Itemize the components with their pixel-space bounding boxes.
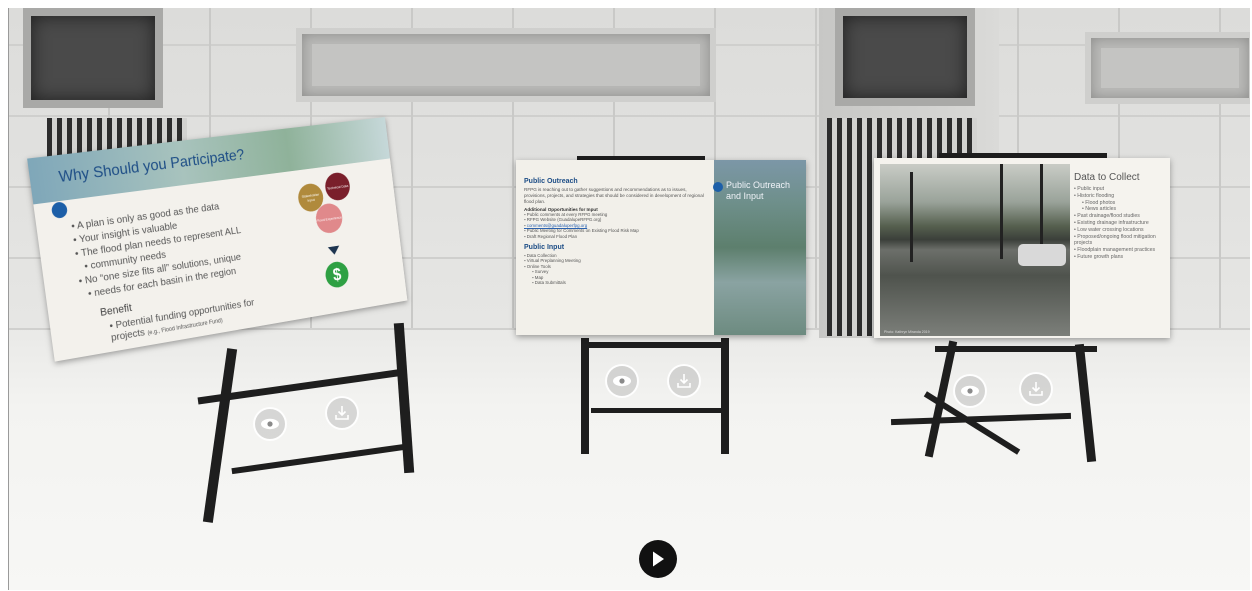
input-funnel-graphic: Stakeholder Input Technical Data Flood E… <box>294 168 368 250</box>
play-icon <box>653 551 664 567</box>
list-item: Low water crossing locations <box>1074 227 1170 234</box>
list-item: Future growth plans <box>1074 254 1170 261</box>
easel-3-crossbar <box>935 346 1097 352</box>
poster-bullet-list: A plan is only as good as the data Your … <box>70 197 246 302</box>
download-poster-1-button[interactable] <box>325 396 359 430</box>
view-poster-3-button[interactable] <box>953 374 987 408</box>
list-subitem: Data Submittals <box>524 280 704 285</box>
poster-accent-dot <box>713 182 723 192</box>
poster-public-outreach[interactable]: Public Outreach RFPG is reaching out to … <box>516 160 806 335</box>
poster-accent-dot <box>50 201 69 220</box>
wall-shelf-center <box>296 28 716 102</box>
poster-data-to-collect[interactable]: Photo: Kathryn Miranda 2019 Data to Coll… <box>874 158 1170 338</box>
eye-icon <box>261 418 279 430</box>
input-list: Data Collection Virtual Preplanning Meet… <box>524 253 704 285</box>
utility-pole <box>910 172 913 262</box>
wall-shelf-right <box>1085 32 1250 104</box>
section-text: RFPG is reaching out to gather suggestio… <box>524 187 704 204</box>
play-button[interactable] <box>639 540 677 578</box>
outreach-list: Public comments at every RFPG meeting RF… <box>524 212 704 239</box>
download-poster-3-button[interactable] <box>1019 372 1053 406</box>
circle-experience: Flood Experience <box>314 201 344 235</box>
arrow-down-icon <box>327 245 341 256</box>
section-heading: Public Input <box>524 244 565 252</box>
list-item: Draft Regional Flood Plan <box>524 234 704 239</box>
virtual-gallery-viewport[interactable]: Why Should you Participate? A plan is on… <box>8 8 1250 590</box>
view-poster-1-button[interactable] <box>253 407 287 441</box>
list-subitem: News articles <box>1074 206 1170 213</box>
car-in-flood <box>1018 244 1066 266</box>
easel-2-lower-bar <box>591 408 723 413</box>
poster-title: Data to Collect <box>1074 172 1140 183</box>
photo-credit: Photo: Kathryn Miranda 2019 <box>884 330 930 334</box>
easel-2-leg-left <box>581 338 589 454</box>
download-icon <box>677 374 691 388</box>
utility-pole <box>1000 164 1003 259</box>
view-poster-2-button[interactable] <box>605 364 639 398</box>
wall-window-left <box>23 8 163 108</box>
download-icon <box>1029 382 1043 396</box>
data-collect-list: Data to Collect Public input Historic fl… <box>1074 172 1170 261</box>
easel-2-leg-right <box>721 338 729 454</box>
poster-title: Public Outreach and Input <box>726 180 791 201</box>
circle-technical: Technical Data <box>323 171 352 202</box>
dollar-icon: $ <box>324 260 350 290</box>
list-item: Historic flooding <box>1074 193 1170 200</box>
download-icon <box>335 406 349 420</box>
eye-icon <box>613 375 631 387</box>
download-poster-2-button[interactable] <box>667 364 701 398</box>
list-item: Public input <box>1074 186 1170 193</box>
outreach-text-column: Public Outreach RFPG is reaching out to … <box>524 178 704 285</box>
list-subitem: Flood photos <box>1074 200 1170 207</box>
section-heading: Public Outreach <box>524 178 578 185</box>
list-item: Past drainage/flood studies <box>1074 213 1170 220</box>
wall-window-right <box>835 8 975 106</box>
easel-2-crossbar <box>581 342 729 348</box>
list-item: Existing drainage infrastructure <box>1074 220 1170 227</box>
flooded-street-photo: Photo: Kathryn Miranda 2019 <box>880 164 1070 336</box>
list-item: Floodplain management practices <box>1074 247 1170 254</box>
list-item: Proposed/ongoing flood mitigation projec… <box>1074 234 1170 248</box>
eye-icon <box>961 385 979 397</box>
